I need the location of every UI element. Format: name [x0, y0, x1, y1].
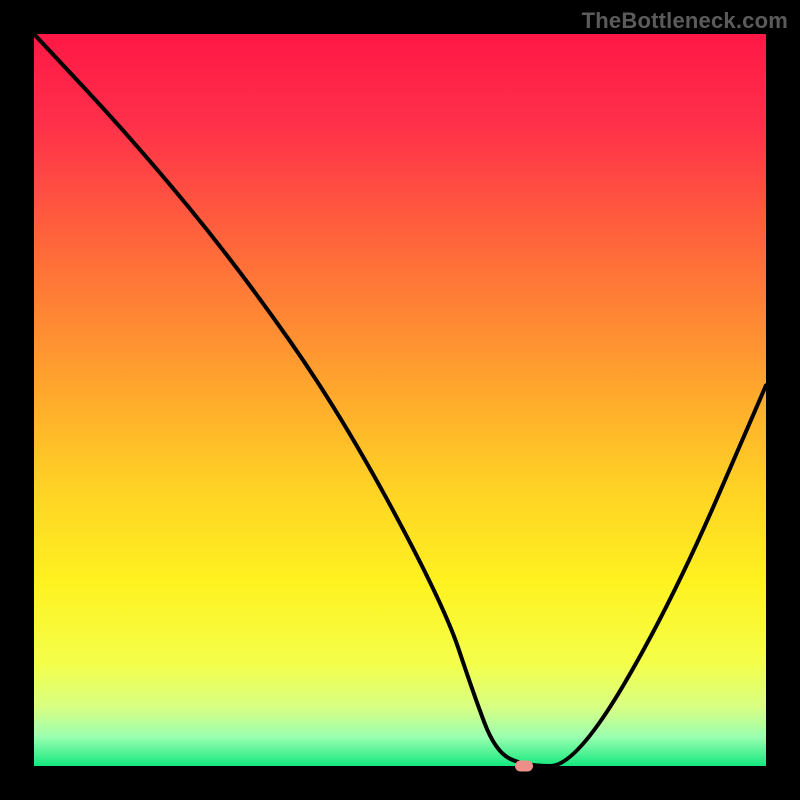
curve-path — [34, 34, 766, 766]
chart-curve — [34, 34, 766, 766]
chart-frame — [34, 34, 766, 766]
watermark-text: TheBottleneck.com — [582, 8, 788, 34]
curve-marker — [515, 761, 533, 772]
